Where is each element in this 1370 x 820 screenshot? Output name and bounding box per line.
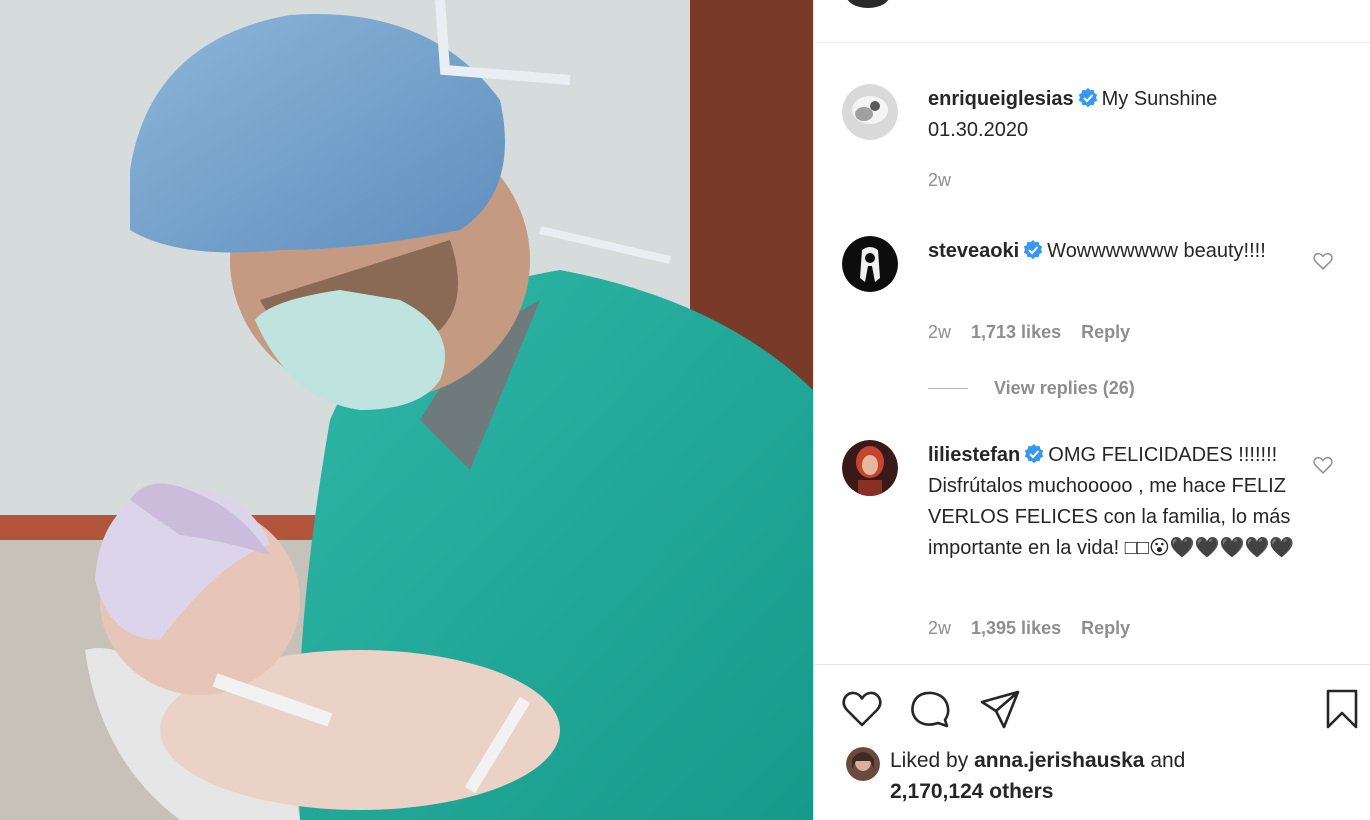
heart-icon[interactable] [1312, 454, 1334, 476]
comment-icon[interactable] [908, 687, 952, 731]
comment-item: liliestefan OMG FELICIDADES !!!!!!! Disfr… [842, 440, 1342, 660]
verified-badge-icon [1025, 444, 1044, 464]
comment-body: steveaoki Wowwwwwww beauty!!!! [928, 236, 1308, 267]
caption: enriqueiglesias My Sunshine 01.30.2020 2w [842, 84, 1342, 204]
caption-username[interactable]: enriqueiglesias [928, 88, 1074, 110]
bookmark-icon[interactable] [1320, 687, 1364, 731]
comment-likes[interactable]: 1,395 likes [971, 618, 1061, 639]
comment-time[interactable]: 2w [928, 618, 951, 639]
post-details-panel: enriqueiglesias My Sunshine 01.30.2020 2w… [813, 0, 1370, 820]
caption-time[interactable]: 2w [928, 170, 951, 191]
comment-meta: 2w 1,713 likes Reply [928, 322, 1130, 343]
instagram-post: enriqueiglesias My Sunshine 01.30.2020 2w… [0, 0, 1370, 820]
verified-badge-icon [1078, 88, 1097, 108]
avatar[interactable] [842, 236, 898, 292]
post-photo[interactable] [0, 0, 813, 820]
comment-text: Wowwwwwww beauty!!!! [1047, 240, 1266, 262]
comments-section[interactable]: enriqueiglesias My Sunshine 01.30.2020 2w… [814, 42, 1370, 664]
comment-body: liliestefan OMG FELICIDADES !!!!!!! Disfr… [928, 440, 1308, 564]
post-header [814, 0, 1370, 43]
caption-body: enriqueiglesias My Sunshine 01.30.2020 [928, 84, 1308, 146]
header-avatar[interactable] [846, 0, 890, 8]
liked-by-prefix: Liked by [890, 749, 969, 772]
comment-username[interactable]: steveaoki [928, 240, 1019, 262]
paper-plane-icon[interactable] [978, 687, 1022, 731]
avatar-image [842, 84, 898, 140]
comment-item: steveaoki Wowwwwwww beauty!!!! 2w 1,713 l… [842, 236, 1342, 406]
avatar-image [842, 236, 898, 292]
heart-icon[interactable] [840, 687, 884, 731]
view-replies-label: View replies (26) [994, 378, 1135, 398]
comment-likes[interactable]: 1,713 likes [971, 322, 1061, 343]
likes-count[interactable]: 2,170,124 others [890, 780, 1053, 803]
avatar[interactable] [842, 440, 898, 496]
comment-meta: 2w 1,395 likes Reply [928, 618, 1130, 639]
liked-by-text: Liked by anna.jerishauska and 2,170,124 … [890, 745, 1185, 807]
caption-meta: 2w [928, 170, 951, 191]
liked-by-conjunction: and [1150, 749, 1186, 772]
action-bar: Liked by anna.jerishauska and 2,170,124 … [814, 664, 1370, 820]
reply-button[interactable]: Reply [1081, 618, 1130, 639]
avatar[interactable] [846, 747, 880, 781]
liked-by-user[interactable]: anna.jerishauska [974, 749, 1144, 772]
divider-line [928, 388, 968, 389]
comment-time[interactable]: 2w [928, 322, 951, 343]
heart-icon[interactable] [1312, 250, 1334, 272]
photo-illustration [0, 0, 813, 820]
reply-button[interactable]: Reply [1081, 322, 1130, 343]
verified-badge-icon [1023, 240, 1043, 260]
comment-username[interactable]: liliestefan [928, 444, 1020, 466]
avatar-image [842, 440, 898, 496]
view-replies-button[interactable]: View replies (26) [928, 378, 1135, 399]
avatar-image [846, 747, 880, 781]
avatar[interactable] [842, 84, 898, 140]
